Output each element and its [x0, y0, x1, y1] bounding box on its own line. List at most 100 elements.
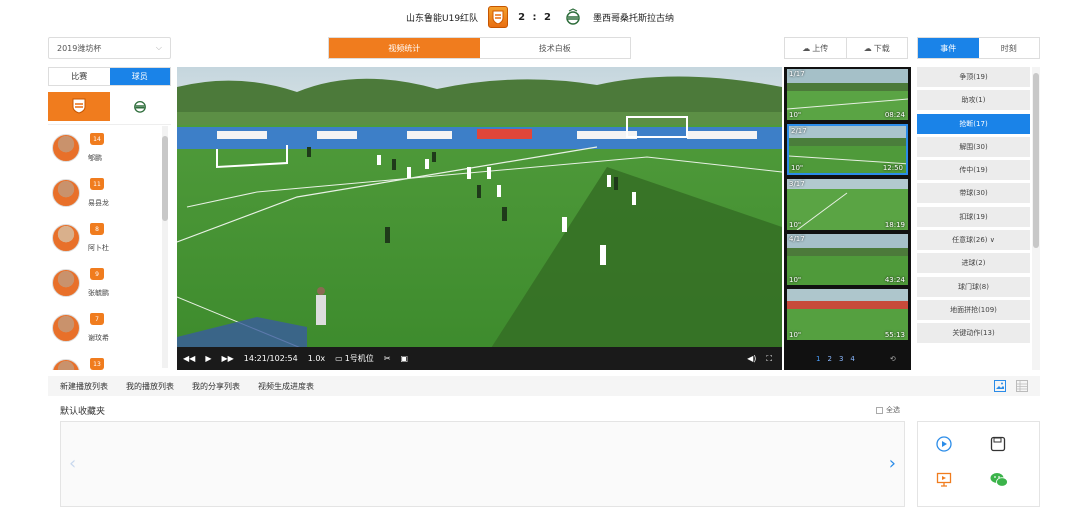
- download-button[interactable]: ☁ 下载: [847, 38, 908, 58]
- away-team-name: 墨西哥桑托斯拉古纳: [592, 13, 674, 24]
- scissors-icon[interactable]: ✂: [384, 354, 391, 363]
- chevron-down-icon: ⌵: [155, 43, 162, 52]
- list-item[interactable]: 13: [48, 350, 171, 370]
- play-icon[interactable]: ▶: [205, 354, 211, 363]
- clip-time: 08:24: [884, 111, 905, 119]
- clip-index: 1/17: [789, 70, 805, 78]
- event-moment-tabs: 事件 时刻: [917, 37, 1040, 59]
- clip-page-3[interactable]: 3: [839, 355, 843, 363]
- tab-match[interactable]: 比赛: [49, 68, 110, 85]
- list-item[interactable]: 7 谢玟希: [48, 305, 171, 350]
- clip-page-1[interactable]: 1: [816, 355, 820, 363]
- clip-thumbnail[interactable]: 1/17 10" 08:24: [787, 69, 908, 120]
- camera-selector[interactable]: ▭ 1号机位: [335, 353, 374, 364]
- event-list: 争顶(19) 助攻(1) 抢断(17) 解围(30) 传中(19) 带球(30)…: [917, 67, 1030, 370]
- player-list-scrollbar[interactable]: [162, 126, 168, 368]
- clip-time: 43:24: [884, 276, 905, 284]
- video-player[interactable]: [177, 67, 782, 370]
- fast-forward-icon[interactable]: ▶▶: [221, 354, 233, 363]
- cup-select-value: 2019潍坊杯: [57, 43, 102, 53]
- tab-new-playlist[interactable]: 新建播放列表: [60, 381, 108, 392]
- save-icon[interactable]: [990, 436, 1006, 454]
- event-item[interactable]: 解围(30): [917, 136, 1030, 157]
- team-tabs: [48, 92, 171, 121]
- event-list-scrollbar[interactable]: [1032, 67, 1040, 370]
- clip-thumbnail[interactable]: 10" 55:13: [787, 289, 908, 340]
- clip-thumbnail[interactable]: 4/17 10" 43:24: [787, 234, 908, 285]
- jersey-number: 7: [90, 313, 104, 325]
- event-item[interactable]: 争顶(19): [917, 67, 1030, 87]
- playlist-tabs: 新建播放列表 我的播放列表 我的分享列表 视频生成进度表: [48, 376, 1040, 396]
- event-item-active[interactable]: 抢断(17): [917, 113, 1030, 134]
- select-all-checkbox[interactable]: [876, 406, 883, 414]
- jersey-number: 13: [90, 358, 104, 370]
- tab-my-playlists[interactable]: 我的播放列表: [126, 381, 174, 392]
- camera-icon: ▭: [335, 354, 343, 363]
- avatar: [52, 223, 80, 252]
- clip-page-4[interactable]: 4: [850, 355, 854, 363]
- tab-away-team[interactable]: [110, 92, 172, 121]
- tab-whiteboard[interactable]: 技术白板: [480, 38, 631, 58]
- tab-my-shares[interactable]: 我的分享列表: [192, 381, 240, 392]
- list-item[interactable]: 9 张毓鹏: [48, 260, 171, 305]
- clip-duration: 10": [791, 164, 804, 172]
- clip-actions: [917, 421, 1040, 507]
- player-name: 张毓鹏: [88, 289, 109, 297]
- event-item[interactable]: 关键动作(13): [917, 323, 1030, 344]
- tab-generation-progress[interactable]: 视频生成进度表: [258, 381, 314, 392]
- tab-events[interactable]: 事件: [918, 38, 979, 58]
- upload-button[interactable]: ☁ 上传: [785, 38, 847, 58]
- list-item[interactable]: 11 易县龙: [48, 170, 171, 215]
- event-item[interactable]: 扣球(19): [917, 206, 1030, 227]
- fullscreen-icon[interactable]: ⛶: [766, 354, 772, 364]
- presentation-icon[interactable]: [936, 472, 952, 490]
- list-item[interactable]: 14 郇鹏: [48, 125, 171, 170]
- clip-duration: 10": [789, 331, 802, 339]
- select-all-label: 全选: [886, 406, 900, 414]
- event-item[interactable]: 带球(30): [917, 183, 1030, 204]
- event-item[interactable]: 任意球(26) ∨: [917, 230, 1030, 251]
- list-view-icon[interactable]: [1016, 380, 1028, 394]
- volume-icon[interactable]: ◀): [747, 354, 756, 363]
- tab-video-stats[interactable]: 视频统计: [329, 38, 480, 58]
- match-player-toggle: 比赛 球员: [48, 67, 171, 86]
- jersey-number: 14: [90, 133, 104, 145]
- clip-index: 3/17: [789, 180, 805, 188]
- playback-speed[interactable]: 1.0x: [308, 354, 325, 363]
- home-team-name: 山东鲁能U19红队: [406, 13, 479, 24]
- image-view-icon[interactable]: [994, 380, 1006, 394]
- cup-select[interactable]: 2019潍坊杯 ⌵: [48, 37, 171, 59]
- tab-home-team[interactable]: [48, 92, 110, 121]
- favorites-carousel: ‹ ›: [60, 421, 905, 507]
- wechat-icon[interactable]: [990, 472, 1008, 490]
- event-item[interactable]: 传中(19): [917, 160, 1030, 181]
- home-team-crest-icon: [488, 6, 509, 28]
- rewind-icon[interactable]: ◀◀: [183, 354, 195, 363]
- select-all[interactable]: 全选: [876, 405, 900, 415]
- event-item[interactable]: 进球(2): [917, 253, 1030, 274]
- clip-time: 12:50: [882, 164, 903, 172]
- loop-icon[interactable]: ⟲: [890, 355, 896, 363]
- avatar: [52, 178, 80, 207]
- tab-players[interactable]: 球员: [109, 68, 170, 85]
- upload-download-group: ☁ 上传 ☁ 下载: [784, 37, 908, 59]
- save-clip-icon[interactable]: ▣: [401, 354, 409, 363]
- play-circle-icon[interactable]: [936, 436, 952, 454]
- event-item[interactable]: 助攻(1): [917, 90, 1030, 111]
- chevron-right-icon[interactable]: ›: [889, 453, 896, 474]
- match-header: 山东鲁能U19红队 2 : 2 墨西哥桑托斯拉古纳: [0, 0, 1080, 34]
- chevron-left-icon[interactable]: ‹: [69, 453, 76, 474]
- away-team-crest-icon: [562, 6, 583, 28]
- player-name: 易县龙: [88, 199, 109, 207]
- clip-duration: 10": [789, 111, 802, 119]
- event-item[interactable]: 地面拼抢(109): [917, 299, 1030, 320]
- jersey-number: 9: [90, 268, 104, 280]
- list-item[interactable]: 8 阿卜杜: [48, 215, 171, 260]
- clip-page-2[interactable]: 2: [827, 355, 831, 363]
- favorites-title: 默认收藏夹: [60, 407, 106, 417]
- tab-moments[interactable]: 时刻: [979, 38, 1040, 58]
- clip-thumbnail-selected[interactable]: 2/17 10" 12:50: [787, 124, 908, 175]
- event-item[interactable]: 球门球(8): [917, 276, 1030, 297]
- cloud-download-icon: ☁: [863, 43, 872, 53]
- clip-thumbnail[interactable]: 3/17 10" 18:19: [787, 179, 908, 230]
